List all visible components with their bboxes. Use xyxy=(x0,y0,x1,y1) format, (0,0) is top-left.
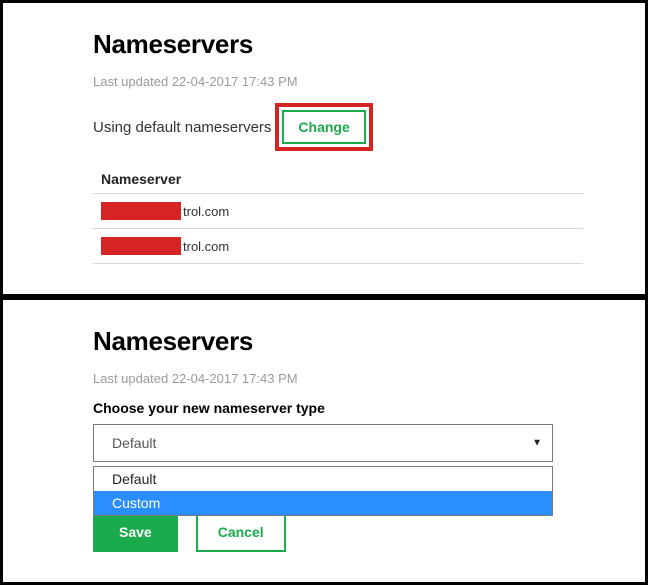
nameserver-table: Nameserver trol.com trol.com xyxy=(93,165,583,264)
chevron-down-icon: ▼ xyxy=(532,438,542,449)
nameservers-panel-edit: Nameservers Last updated 22-04-2017 17:4… xyxy=(0,297,648,585)
nameserver-type-select[interactable]: Default ▼ xyxy=(93,424,553,462)
select-current-value: Default xyxy=(112,435,156,451)
last-updated-value: 22-04-2017 17:43 PM xyxy=(172,371,298,386)
nameserver-column-header: Nameserver xyxy=(93,165,583,193)
highlight-box: Change xyxy=(275,103,372,151)
nameservers-panel-view: Nameservers Last updated 22-04-2017 17:4… xyxy=(0,0,648,297)
last-updated: Last updated 22-04-2017 17:43 PM xyxy=(93,74,627,89)
redacted-block xyxy=(101,202,181,220)
redacted-block xyxy=(101,237,181,255)
last-updated-value: 22-04-2017 17:43 PM xyxy=(172,74,298,89)
save-button[interactable]: Save xyxy=(93,512,178,552)
cancel-button[interactable]: Cancel xyxy=(196,512,286,552)
last-updated-label: Last updated xyxy=(93,74,168,89)
dropdown-option-custom[interactable]: Custom xyxy=(94,491,552,515)
last-updated-label: Last updated xyxy=(93,371,168,386)
nameserver-type-dropdown: Default Custom xyxy=(93,466,553,516)
using-default-text: Using default nameservers xyxy=(93,119,271,136)
choose-type-label: Choose your new nameserver type xyxy=(93,400,627,416)
nameserver-suffix: trol.com xyxy=(183,204,229,219)
change-button[interactable]: Change xyxy=(282,110,365,144)
page-title: Nameservers xyxy=(93,29,627,60)
table-row: trol.com xyxy=(93,228,583,264)
nameserver-suffix: trol.com xyxy=(183,239,229,254)
table-row: trol.com xyxy=(93,193,583,228)
dropdown-option-default[interactable]: Default xyxy=(94,467,552,491)
page-title: Nameservers xyxy=(93,326,627,357)
last-updated: Last updated 22-04-2017 17:43 PM xyxy=(93,371,627,386)
